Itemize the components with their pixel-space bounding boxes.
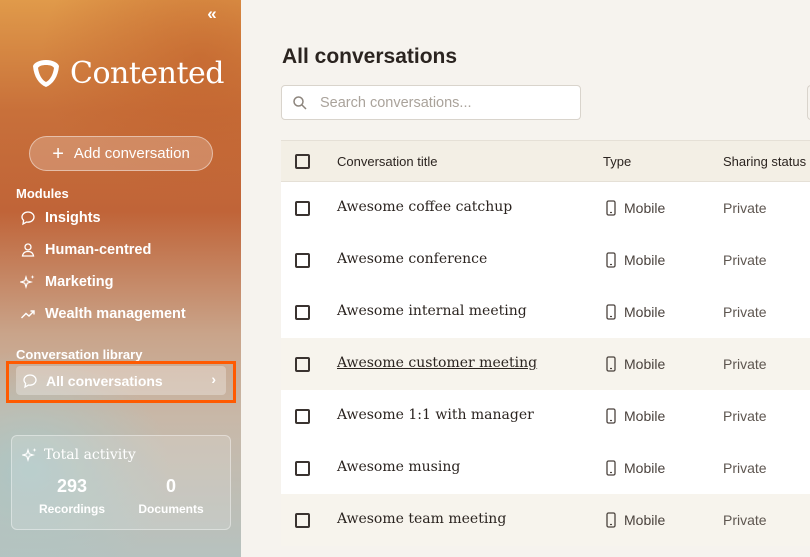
mobile-phone-icon xyxy=(606,252,616,268)
search-box[interactable] xyxy=(281,85,581,120)
table-row[interactable]: Awesome team meeting Mobile Private xyxy=(281,494,810,546)
type-label: Mobile xyxy=(624,356,666,372)
person-icon xyxy=(21,243,35,257)
sharing-status: Private xyxy=(723,356,767,372)
conversation-type: Mobile xyxy=(605,304,665,320)
conversation-title[interactable]: Awesome customer meeting xyxy=(337,355,537,371)
sidebar-item-human-centred[interactable]: Human-centred xyxy=(20,238,151,262)
sidebar-item-marketing[interactable]: Marketing xyxy=(20,270,114,294)
conversation-title[interactable]: Awesome coffee catchup xyxy=(337,199,512,215)
documents-stat: 0 Documents xyxy=(121,476,221,516)
type-label: Mobile xyxy=(624,252,666,268)
conversation-type: Mobile xyxy=(605,460,665,476)
table-header: Conversation title Type Sharing status xyxy=(281,140,810,182)
sidebar-item-wealth-management[interactable]: Wealth management xyxy=(20,302,186,326)
mobile-phone-icon xyxy=(606,460,616,476)
sharing-status: Private xyxy=(723,304,767,320)
conversation-type: Mobile xyxy=(605,252,665,268)
recordings-stat: 293 Recordings xyxy=(22,476,122,516)
table-row[interactable]: Awesome customer meeting Mobile Private xyxy=(281,338,810,390)
shield-logo-icon xyxy=(33,60,59,87)
select-all-checkbox[interactable] xyxy=(295,154,310,169)
brand-name: Contented xyxy=(70,55,224,91)
conversation-library-label: Conversation library xyxy=(16,347,143,362)
page-title: All conversations xyxy=(282,45,458,68)
table-row[interactable]: Awesome internal meeting Mobile Private xyxy=(281,286,810,338)
table-row[interactable]: Awesome musing Mobile Private xyxy=(281,442,810,494)
sidebar-item-label: Wealth management xyxy=(45,306,186,322)
conversation-title[interactable]: Awesome internal meeting xyxy=(337,303,527,319)
type-label: Mobile xyxy=(624,460,666,476)
sidebar-item-all-conversations[interactable]: All conversations › xyxy=(16,366,226,395)
add-conversation-button[interactable]: + Add conversation xyxy=(29,136,213,171)
type-label: Mobile xyxy=(624,512,666,528)
table-row[interactable]: Awesome 1:1 with manager Mobile Private xyxy=(281,390,810,442)
add-conversation-label: Add conversation xyxy=(73,145,190,162)
total-activity-card: Total activity 293 Recordings 0 Document… xyxy=(11,435,231,530)
documents-count: 0 xyxy=(165,476,176,496)
sharing-status: Private xyxy=(723,512,767,528)
sidebar: « Contented + Add conversation Modules I… xyxy=(0,0,241,557)
mobile-phone-icon xyxy=(606,356,616,372)
sharing-status: Private xyxy=(723,408,767,424)
column-header-title[interactable]: Conversation title xyxy=(337,154,437,169)
activity-title-label: Total activity xyxy=(44,447,136,463)
sparkle-icon xyxy=(20,275,35,289)
sidebar-item-insights[interactable]: Insights xyxy=(20,206,101,230)
column-header-sharing[interactable]: Sharing status xyxy=(723,154,806,169)
type-label: Mobile xyxy=(624,200,666,216)
mobile-phone-icon xyxy=(606,408,616,424)
chat-bubble-icon xyxy=(21,211,35,226)
row-checkbox[interactable] xyxy=(295,409,310,424)
row-checkbox[interactable] xyxy=(295,461,310,476)
row-checkbox[interactable] xyxy=(295,253,310,268)
chevron-right-icon: › xyxy=(211,371,216,387)
conversation-type: Mobile xyxy=(605,200,665,216)
mobile-phone-icon xyxy=(606,200,616,216)
brand-logo: Contented xyxy=(28,55,224,91)
conversation-title[interactable]: Awesome 1:1 with manager xyxy=(337,407,534,423)
sparkle-icon xyxy=(22,448,37,462)
sharing-status: Private xyxy=(723,460,767,476)
conversation-title[interactable]: Awesome musing xyxy=(337,459,460,475)
conversation-type: Mobile xyxy=(605,408,665,424)
trend-up-icon xyxy=(21,310,35,319)
column-header-type[interactable]: Type xyxy=(603,154,631,169)
table-row[interactable]: Awesome conference Mobile Private xyxy=(281,234,810,286)
modules-section-label: Modules xyxy=(16,186,69,201)
recordings-label: Recordings xyxy=(38,502,105,516)
sharing-status: Private xyxy=(723,252,767,268)
mobile-phone-icon xyxy=(606,512,616,528)
conversation-type: Mobile xyxy=(605,512,665,528)
sidebar-item-label: Marketing xyxy=(45,274,114,290)
activity-title: Total activity xyxy=(22,447,136,463)
sidebar-item-label: Human-centred xyxy=(45,242,152,258)
conversations-table: Conversation title Type Sharing status A… xyxy=(281,140,810,546)
type-label: Mobile xyxy=(624,304,666,320)
conversation-title[interactable]: Awesome conference xyxy=(337,251,487,267)
mobile-phone-icon xyxy=(606,304,616,320)
conversation-title[interactable]: Awesome team meeting xyxy=(337,511,506,527)
row-checkbox[interactable] xyxy=(295,201,310,216)
table-row[interactable]: Awesome coffee catchup Mobile Private xyxy=(281,182,810,234)
row-checkbox[interactable] xyxy=(295,513,310,528)
documents-label: Documents xyxy=(138,502,204,516)
type-label: Mobile xyxy=(624,408,666,424)
search-icon xyxy=(293,95,307,110)
conversation-type: Mobile xyxy=(605,356,665,372)
collapse-sidebar-button[interactable]: « xyxy=(203,4,221,24)
sidebar-item-label: All conversations xyxy=(46,372,163,389)
recordings-count: 293 xyxy=(56,476,88,496)
plus-icon: + xyxy=(52,142,64,165)
sharing-status: Private xyxy=(723,200,767,216)
chat-bubble-icon xyxy=(23,373,37,388)
search-input[interactable] xyxy=(320,94,560,111)
row-checkbox[interactable] xyxy=(295,305,310,320)
row-checkbox[interactable] xyxy=(295,357,310,372)
sidebar-item-label: Insights xyxy=(45,210,101,226)
